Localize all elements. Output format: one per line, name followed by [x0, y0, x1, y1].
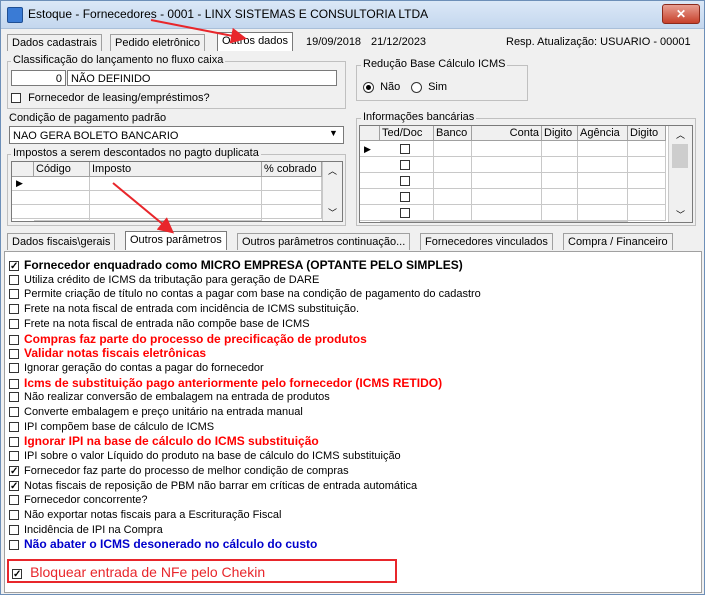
arrow-to-outros-parametros: [112, 182, 175, 234]
supplier-window: Estoque - Fornecedores - 0001 - LINX SIS…: [0, 0, 705, 595]
annotation-arrows: [112, 19, 247, 234]
arrow-to-outros-dados: [150, 19, 247, 44]
